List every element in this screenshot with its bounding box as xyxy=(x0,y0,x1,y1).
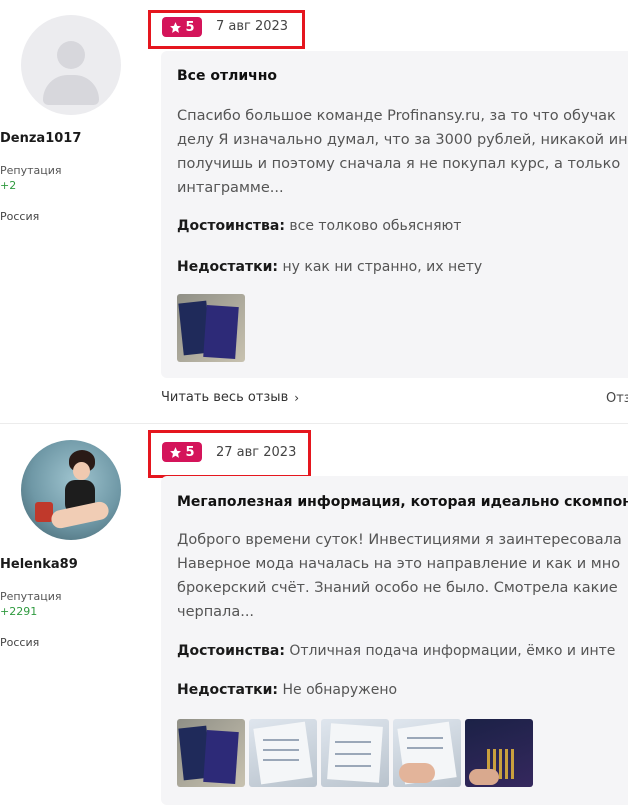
cons: Недостатки: ну как ни странно, их нету xyxy=(177,259,483,275)
chevron-right-icon: › xyxy=(294,390,300,405)
star-icon xyxy=(170,446,182,458)
review-photo-thumbnail[interactable] xyxy=(393,719,461,787)
author-name[interactable]: Denza1017 xyxy=(0,131,142,146)
reputation-value: +2291 xyxy=(0,605,38,618)
pros: Достоинства: все толково обьясняют xyxy=(177,218,462,234)
review-item: Denza1017 Репутация +2 Россия 5 7 авг 20… xyxy=(0,0,628,423)
review-photo-thumbnail[interactable] xyxy=(177,294,245,362)
review-card: Мегаполезная информация, которая идеальн… xyxy=(161,476,628,805)
rating-badge: 5 xyxy=(162,17,202,37)
review-item: Helenka89 Репутация +2291 Россия 5 27 ав… xyxy=(0,424,628,805)
star-icon xyxy=(170,21,182,33)
review-photo-thumbnail[interactable] xyxy=(321,719,389,787)
user-silhouette-icon xyxy=(57,41,85,69)
author-country: Россия xyxy=(0,210,40,223)
rating-badge: 5 xyxy=(162,442,202,462)
review-text: Доброго времени суток! Инвестициями я за… xyxy=(177,532,622,620)
avatar[interactable] xyxy=(21,440,121,540)
reputation-label: Репутация xyxy=(0,590,62,603)
rating-value: 5 xyxy=(185,444,195,460)
author-name[interactable]: Helenka89 xyxy=(0,557,142,572)
review-title[interactable]: Все отлично xyxy=(177,68,277,84)
reputation-label: Репутация xyxy=(0,164,62,177)
review-date: 7 авг 2023 xyxy=(216,19,289,34)
comments-link[interactable]: Отз xyxy=(606,391,628,406)
rating-value: 5 xyxy=(185,19,195,35)
avatar[interactable] xyxy=(21,15,121,115)
review-photo-thumbnail[interactable] xyxy=(177,719,245,787)
review-title[interactable]: Мегаполезная информация, которая идеальн… xyxy=(177,494,628,510)
author-country: Россия xyxy=(0,636,40,649)
cons: Недостатки: Не обнаружено xyxy=(177,682,398,698)
review-date: 27 авг 2023 xyxy=(216,445,297,460)
review-text: Спасибо большое команде Profinansy.ru, з… xyxy=(177,108,628,196)
read-full-review-link[interactable]: Читать весь отзыв › xyxy=(161,390,299,405)
review-photo-thumbnail[interactable] xyxy=(465,719,533,787)
review-card: Все отлично Спасибо большое команде Prof… xyxy=(161,51,628,378)
pros: Достоинства: Отличная подача информации,… xyxy=(177,643,616,659)
reputation-value: +2 xyxy=(0,179,17,192)
review-photo-thumbnail[interactable] xyxy=(249,719,317,787)
